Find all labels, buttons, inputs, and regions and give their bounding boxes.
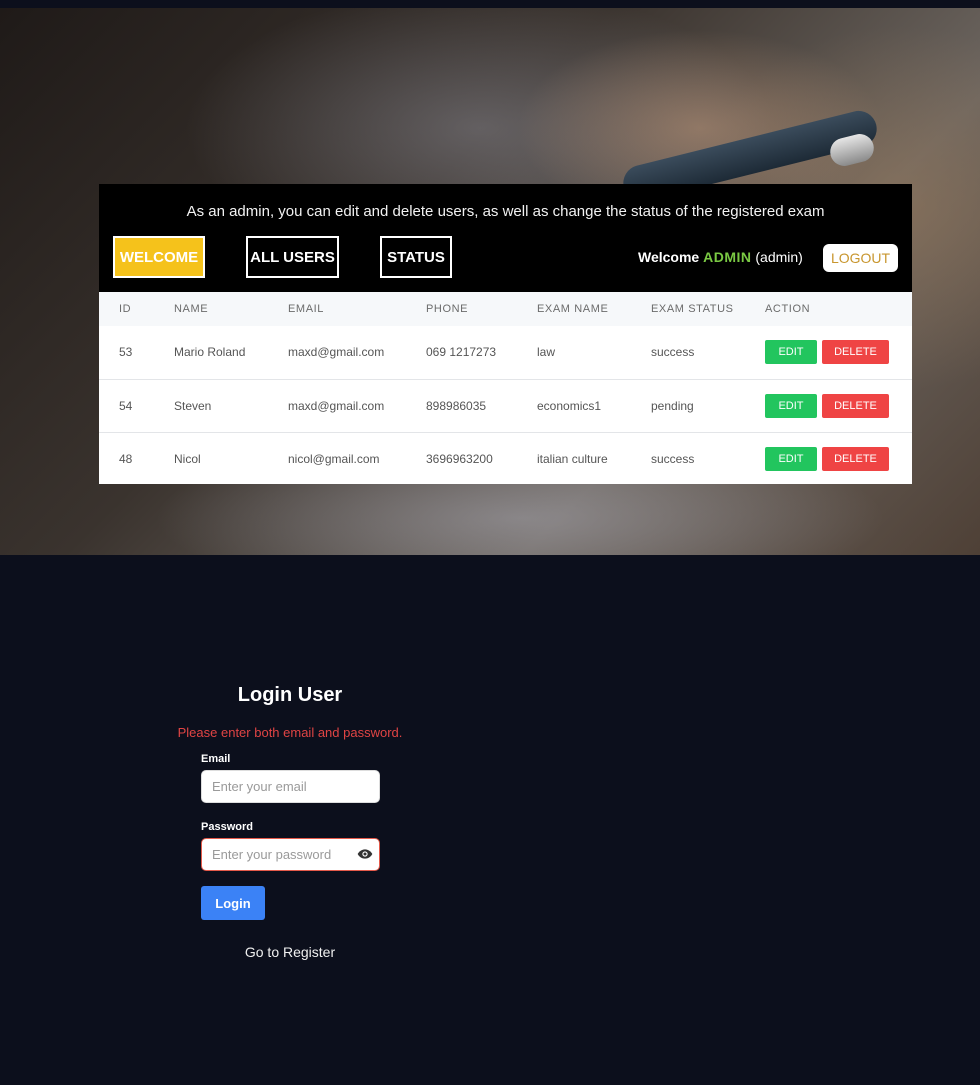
- delete-button[interactable]: DELETE: [822, 340, 889, 365]
- nav-status-button[interactable]: STATUS: [380, 236, 452, 278]
- delete-button[interactable]: DELETE: [822, 393, 889, 418]
- register-link[interactable]: Go to Register: [160, 944, 420, 960]
- cell-name: Nicol: [174, 451, 201, 466]
- users-table: ID NAME EMAIL PHONE EXAM NAME EXAM STATU…: [99, 292, 912, 485]
- cell-actions: EDIT DELETE: [765, 379, 912, 432]
- column-header-id: ID: [119, 303, 132, 315]
- nav-welcome-button[interactable]: WELCOME: [113, 236, 205, 278]
- login-error-message: Please enter both email and password.: [177, 725, 403, 740]
- password-label: Password: [201, 821, 253, 833]
- cell-exam-name: italian culture: [537, 451, 608, 466]
- eye-icon[interactable]: [357, 848, 373, 860]
- column-header-email: EMAIL: [288, 303, 325, 315]
- table-header-row: ID NAME EMAIL PHONE EXAM NAME EXAM STATU…: [99, 292, 912, 326]
- cell-id: 54: [119, 398, 133, 413]
- cell-actions: EDIT DELETE: [765, 432, 912, 485]
- admin-panel: As an admin, you can edit and delete use…: [99, 184, 912, 484]
- column-header-action: ACTION: [765, 303, 811, 315]
- table-row: 48 Nicol nicol@gmail.com 3696963200 ital…: [99, 432, 912, 485]
- table-row: 53 Mario Roland maxd@gmail.com 069 12172…: [99, 326, 912, 379]
- login-button[interactable]: Login: [201, 886, 265, 920]
- nav-all-users-button[interactable]: ALL USERS: [246, 236, 339, 278]
- edit-button[interactable]: EDIT: [765, 393, 817, 418]
- cell-name: Mario Roland: [174, 345, 246, 360]
- cell-email: maxd@gmail.com: [288, 345, 385, 360]
- cell-phone: 069 1217273: [426, 345, 497, 360]
- user-role: (admin): [755, 249, 803, 265]
- welcome-user-text: Welcome ADMIN (admin): [638, 249, 803, 265]
- cell-name: Steven: [174, 398, 212, 413]
- column-header-name: NAME: [174, 303, 209, 315]
- edit-button[interactable]: EDIT: [765, 446, 817, 471]
- edit-button[interactable]: EDIT: [765, 340, 817, 365]
- cell-id: 53: [119, 345, 133, 360]
- admin-header: As an admin, you can edit and delete use…: [99, 184, 912, 292]
- cell-email: maxd@gmail.com: [288, 398, 385, 413]
- cell-phone: 898986035: [426, 398, 487, 413]
- email-input[interactable]: [201, 770, 380, 803]
- cell-id: 48: [119, 451, 133, 466]
- cell-exam-name: economics1: [537, 398, 602, 413]
- column-header-exam-status: EXAM STATUS: [651, 303, 734, 315]
- email-label: Email: [201, 753, 231, 765]
- login-title: Login User: [237, 684, 343, 706]
- cell-phone: 3696963200: [426, 451, 493, 466]
- username: ADMIN: [703, 249, 752, 265]
- admin-info-text: As an admin, you can edit and delete use…: [186, 203, 825, 220]
- logout-button[interactable]: LOGOUT: [823, 244, 898, 272]
- password-input[interactable]: [201, 838, 380, 871]
- column-header-exam-name: EXAM NAME: [537, 303, 609, 315]
- cell-email: nicol@gmail.com: [288, 451, 380, 466]
- column-header-phone: PHONE: [426, 303, 469, 315]
- welcome-prefix: Welcome: [638, 249, 700, 265]
- cell-exam-status: success: [651, 451, 695, 466]
- cell-exam-name: law: [537, 345, 556, 360]
- delete-button[interactable]: DELETE: [822, 446, 889, 471]
- cell-actions: EDIT DELETE: [765, 326, 912, 379]
- table-row: 54 Steven maxd@gmail.com 898986035 econo…: [99, 379, 912, 432]
- cell-exam-status: pending: [651, 398, 694, 413]
- cell-exam-status: success: [651, 345, 695, 360]
- top-strip: [0, 0, 980, 8]
